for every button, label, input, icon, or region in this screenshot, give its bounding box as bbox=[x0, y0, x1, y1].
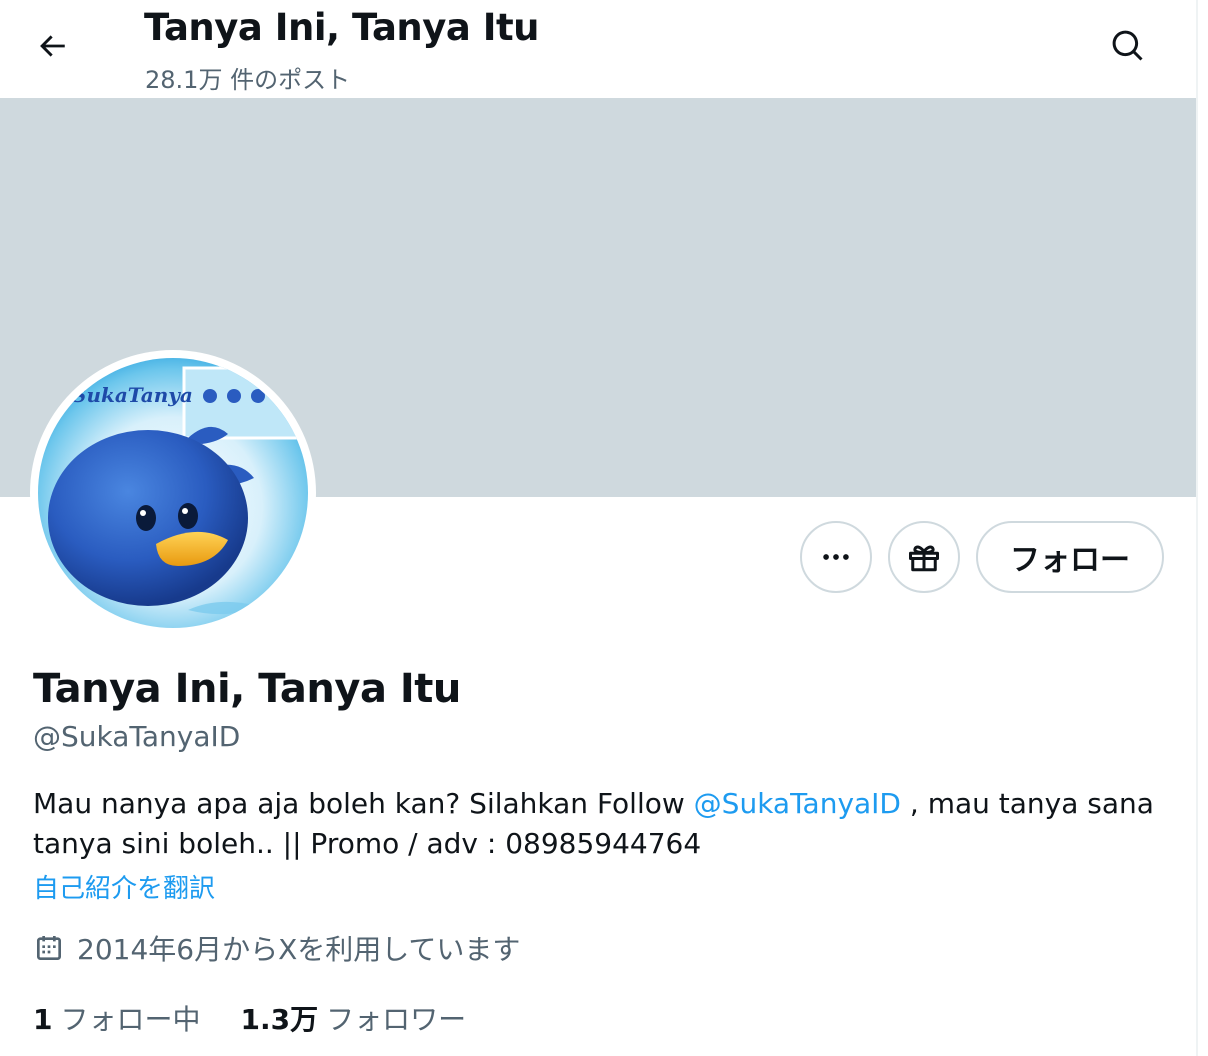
followers-count: 1.3万 bbox=[240, 1003, 319, 1036]
top-header: Tanya Ini, Tanya Itu 28.1万 件のポスト bbox=[0, 0, 1196, 98]
follow-button[interactable]: フォロー bbox=[976, 521, 1164, 593]
profile-bio: Mau nanya apa aja boleh kan? Silahkan Fo… bbox=[33, 784, 1163, 864]
header-title: Tanya Ini, Tanya Itu bbox=[144, 6, 540, 49]
gift-icon bbox=[909, 545, 939, 572]
blue-bird-logo: SukaTanya bbox=[38, 358, 308, 628]
calendar-icon bbox=[33, 932, 65, 964]
following-count: 1 bbox=[33, 1003, 53, 1036]
post-count: 28.1万 件のポスト bbox=[145, 66, 351, 94]
bio-mention-link[interactable]: @SukaTanyaID bbox=[694, 787, 901, 820]
avatar-frame: SukaTanya bbox=[30, 350, 316, 636]
follow-stats: 1 フォロー中 1.3万 フォロワー bbox=[33, 998, 466, 1038]
followers-link[interactable]: 1.3万 フォロワー bbox=[241, 998, 467, 1038]
more-horizontal-icon bbox=[823, 554, 849, 560]
user-handle: @SukaTanyaID bbox=[33, 720, 241, 753]
following-link[interactable]: 1 フォロー中 bbox=[33, 998, 201, 1038]
followers-label: フォロワー bbox=[326, 1003, 467, 1036]
profile-page: Tanya Ini, Tanya Itu 28.1万 件のポスト SukaTan… bbox=[0, 0, 1208, 1056]
arrow-left-icon bbox=[40, 35, 65, 57]
bio-text-1: Mau nanya apa aja boleh kan? Silahkan Fo… bbox=[33, 787, 694, 820]
avatar-logo-text: SukaTanya bbox=[72, 383, 193, 407]
back-button[interactable] bbox=[22, 16, 82, 76]
join-date-text: 2014年6月からXを利用しています bbox=[77, 933, 521, 966]
column-divider bbox=[1196, 0, 1198, 1056]
search-icon bbox=[1112, 30, 1143, 61]
display-name: Tanya Ini, Tanya Itu bbox=[33, 666, 461, 712]
translate-bio-link[interactable]: 自己紹介を翻訳 bbox=[33, 868, 215, 905]
following-label: フォロー中 bbox=[60, 1003, 201, 1036]
gift-button[interactable] bbox=[888, 521, 960, 593]
more-button[interactable] bbox=[800, 521, 872, 593]
join-date: 2014年6月からXを利用しています bbox=[33, 928, 520, 968]
avatar[interactable]: SukaTanya bbox=[38, 358, 308, 628]
search-button[interactable] bbox=[1098, 16, 1158, 76]
